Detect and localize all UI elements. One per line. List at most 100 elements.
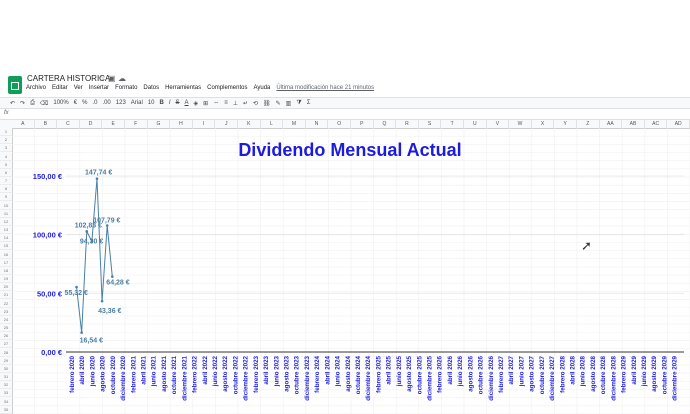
row-header-32[interactable]: 32 <box>0 381 12 390</box>
column-header-e[interactable]: E <box>102 120 125 128</box>
comment-icon[interactable]: ✎ <box>276 100 281 107</box>
column-header-ab[interactable]: AB <box>622 120 645 128</box>
row-header-11[interactable]: 11 <box>0 210 12 218</box>
row-header-25[interactable]: 25 <box>0 324 12 333</box>
filter-icon[interactable]: ⧩ <box>296 100 301 107</box>
column-header-b[interactable]: B <box>35 120 58 128</box>
row-header-28[interactable]: 28 <box>0 349 12 357</box>
row-header-29[interactable]: 29 <box>0 357 12 365</box>
functions-button[interactable]: Σ <box>307 100 311 106</box>
row-header-1[interactable]: 1 <box>0 128 12 136</box>
row-header-13[interactable]: 13 <box>0 226 12 235</box>
rotate-icon[interactable]: ⟲ <box>253 100 258 107</box>
menu-herramientas[interactable]: Herramientas <box>165 85 201 91</box>
increase-decimals-button[interactable]: .00 <box>102 100 110 106</box>
column-header-f[interactable]: F <box>125 120 148 128</box>
last-modified-link[interactable]: Última modificación hace 21 minutos <box>276 85 374 91</box>
row-header-35[interactable]: 35 <box>0 406 12 414</box>
redo-icon[interactable]: ↷ <box>20 100 25 107</box>
row-header-19[interactable]: 19 <box>0 275 12 284</box>
row-header-26[interactable]: 26 <box>0 332 12 341</box>
row-header-3[interactable]: 3 <box>0 144 12 153</box>
column-header-o[interactable]: O <box>328 120 351 128</box>
row-header-31[interactable]: 31 <box>0 373 12 382</box>
row-header-15[interactable]: 15 <box>0 242 12 251</box>
strikethrough-button[interactable]: S <box>176 100 180 106</box>
valign-icon[interactable]: ⊥ <box>233 100 238 107</box>
row-header-9[interactable]: 9 <box>0 193 12 202</box>
row-header-21[interactable]: 21 <box>0 291 12 300</box>
row-header-20[interactable]: 20 <box>0 283 12 292</box>
italic-button[interactable]: I <box>169 100 171 106</box>
column-header-z[interactable]: Z <box>577 120 600 128</box>
column-header-l[interactable]: L <box>261 120 284 128</box>
sheets-logo-icon[interactable] <box>8 76 22 94</box>
column-header-m[interactable]: M <box>283 120 306 128</box>
bold-button[interactable]: B <box>159 100 163 106</box>
column-header-s[interactable]: S <box>419 120 442 128</box>
column-header-x[interactable]: X <box>532 120 555 128</box>
column-header-ad[interactable]: AD <box>667 120 690 128</box>
row-header-30[interactable]: 30 <box>0 365 12 373</box>
more-formats-button[interactable]: 123 <box>116 100 126 106</box>
font-select[interactable]: Arial <box>131 100 143 106</box>
row-header-17[interactable]: 17 <box>0 259 12 267</box>
column-header-v[interactable]: V <box>487 120 510 128</box>
column-header-r[interactable]: R <box>396 120 419 128</box>
menu-ayuda[interactable]: Ayuda <box>253 85 270 91</box>
column-header-i[interactable]: I <box>193 120 216 128</box>
paint-format-icon[interactable]: ⌫ <box>40 100 48 107</box>
menu-ver[interactable]: Ver <box>74 85 83 91</box>
row-header-27[interactable]: 27 <box>0 340 12 349</box>
row-header-6[interactable]: 6 <box>0 169 12 177</box>
row-header-2[interactable]: 2 <box>0 136 12 145</box>
chart-icon[interactable]: ▥ <box>286 100 292 107</box>
menu-formato[interactable]: Formato <box>115 85 137 91</box>
column-header-w[interactable]: W <box>509 120 532 128</box>
star-icon[interactable]: ☆ <box>98 74 105 83</box>
wrap-icon[interactable]: ↵ <box>243 100 248 107</box>
move-folder-icon[interactable]: ▣ <box>108 74 116 83</box>
menu-editar[interactable]: Editar <box>52 85 68 91</box>
column-header-g[interactable]: G <box>148 120 171 128</box>
column-header-y[interactable]: Y <box>554 120 577 128</box>
row-header-7[interactable]: 7 <box>0 177 12 186</box>
row-header-10[interactable]: 10 <box>0 202 12 210</box>
row-header-22[interactable]: 22 <box>0 300 12 308</box>
menu-insertar[interactable]: Insertar <box>89 85 109 91</box>
row-header-18[interactable]: 18 <box>0 267 12 275</box>
column-header-k[interactable]: K <box>238 120 261 128</box>
text-color-button[interactable]: A <box>185 100 189 106</box>
row-header-16[interactable]: 16 <box>0 251 12 259</box>
row-header-33[interactable]: 33 <box>0 389 12 398</box>
percent-button[interactable]: % <box>82 100 87 106</box>
column-header-t[interactable]: T <box>441 120 464 128</box>
menu-archivo[interactable]: Archivo <box>26 85 46 91</box>
merge-icon[interactable]: ⇔ <box>213 100 219 106</box>
column-header-j[interactable]: J <box>215 120 238 128</box>
column-header-ac[interactable]: AC <box>645 120 668 128</box>
column-header-n[interactable]: N <box>306 120 329 128</box>
formula-bar[interactable]: fx <box>0 110 690 120</box>
row-header-34[interactable]: 34 <box>0 398 12 406</box>
row-header-23[interactable]: 23 <box>0 308 12 316</box>
font-size-select[interactable]: 10 <box>148 100 155 106</box>
borders-icon[interactable]: ⊞ <box>203 100 208 107</box>
menu-complementos[interactable]: Complementos <box>207 85 247 91</box>
cell-grid[interactable] <box>12 128 690 414</box>
decrease-decimals-button[interactable]: .0 <box>92 100 97 106</box>
print-icon[interactable]: ⎙ <box>30 100 35 107</box>
column-header-p[interactable]: P <box>351 120 374 128</box>
column-header-h[interactable]: H <box>170 120 193 128</box>
column-header-a[interactable]: A <box>12 120 35 128</box>
align-icon[interactable]: ≡ <box>224 100 228 106</box>
row-header-14[interactable]: 14 <box>0 234 12 243</box>
row-header-12[interactable]: 12 <box>0 218 12 226</box>
column-header-u[interactable]: U <box>464 120 487 128</box>
menu-datos[interactable]: Datos <box>143 85 159 91</box>
column-header-aa[interactable]: AA <box>600 120 623 128</box>
row-header-4[interactable]: 4 <box>0 153 12 161</box>
currency-button[interactable]: € <box>74 100 77 106</box>
column-header-c[interactable]: C <box>57 120 80 128</box>
zoom-select[interactable]: 100% <box>53 100 68 106</box>
